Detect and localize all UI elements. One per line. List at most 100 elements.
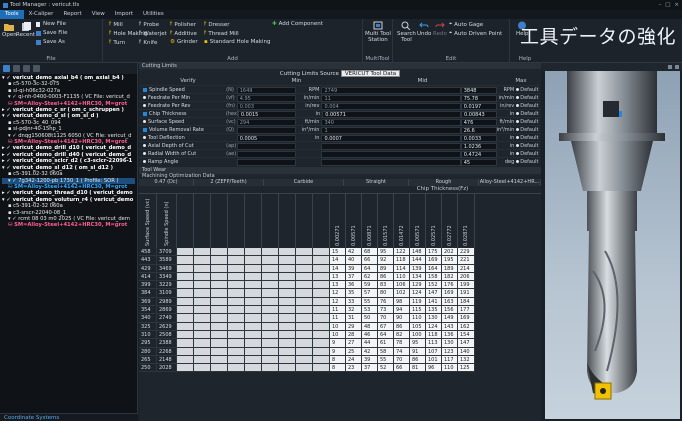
cutting-limit-label[interactable]: Spindle Speed — [139, 86, 226, 93]
optimization-param[interactable]: 2 (ZEFP/Teeth) — [194, 179, 264, 186]
view-option-icon[interactable] — [668, 65, 672, 69]
close-button[interactable]: × — [674, 2, 679, 8]
wear-table-row[interactable]: 369 2989 12 33 55 76 98 119 141 163 184 — [139, 297, 541, 307]
default-option[interactable]: Default — [516, 158, 541, 165]
view-close-icon[interactable] — [675, 65, 679, 69]
expand-all-icon[interactable] — [3, 65, 10, 72]
min-value-field[interactable] — [236, 142, 296, 150]
wear-table-row[interactable]: 384 3109 12 35 57 80 102 124 147 169 191 — [139, 289, 541, 298]
default-option[interactable]: Default — [516, 134, 541, 141]
default-option[interactable]: Default — [516, 118, 541, 125]
min-value-field[interactable]: 4.95 — [236, 94, 296, 102]
cutting-limit-label[interactable]: Axial Depth of Cut — [139, 142, 226, 149]
mid-value-field[interactable] — [321, 142, 461, 150]
minimize-button[interactable]: – — [658, 2, 661, 8]
mid-value-field[interactable]: 1 — [321, 126, 461, 134]
auto-driven-point-button[interactable]: ⌖ Auto Driven Point — [449, 30, 502, 37]
add-standard-hole-making-button[interactable]: ▪ Standard Hole Making — [204, 39, 270, 45]
max-value-field[interactable]: 0.4724 — [460, 150, 497, 158]
bullet-icon[interactable] — [143, 152, 146, 155]
menu-import[interactable]: Import — [110, 10, 138, 19]
tool-3d-viewport[interactable] — [545, 71, 680, 419]
optimization-param[interactable]: Rough — [409, 179, 479, 186]
bullet-icon[interactable] — [143, 136, 146, 139]
tree-item-expander-icon[interactable]: ▾ ✓ — [2, 197, 13, 203]
mid-value-field[interactable]: 0.0007 — [321, 134, 461, 142]
add-mill-button[interactable]: ⫯ Mill — [109, 21, 123, 28]
tree-item-expander-icon[interactable]: ▸ ✓ — [2, 107, 13, 113]
radio-icon[interactable] — [516, 96, 520, 99]
min-value-field[interactable]: 1649 — [236, 86, 296, 94]
cutting-limit-label[interactable]: Tool Deflection — [139, 134, 226, 141]
tree-item-expander-icon[interactable]: ▾ ✓ — [2, 165, 13, 171]
wear-table-row[interactable]: 250 2028 8 23 37 52 66 81 96 110 125 — [139, 364, 541, 373]
radio-icon[interactable] — [516, 160, 520, 163]
bullet-icon[interactable] — [143, 144, 146, 147]
bullet-icon[interactable] — [143, 160, 146, 163]
cutting-limit-label[interactable]: Chip Thickness — [139, 110, 226, 117]
radio-icon[interactable] — [516, 104, 520, 107]
min-value-field[interactable]: 0.0005 — [236, 134, 296, 142]
min-value-field[interactable]: 294 — [236, 118, 296, 126]
wear-table-row[interactable]: 325 2629 10 29 48 67 86 105 124 143 162 — [139, 322, 541, 331]
optimization-param[interactable]: 0.47 (Dc) — [139, 179, 194, 186]
save-as-button[interactable]: Save As — [36, 39, 65, 45]
max-value-field[interactable]: 45 — [460, 158, 497, 166]
tree-item-expander-icon[interactable]: ▾ ✓ — [8, 133, 18, 139]
min-value-field[interactable] — [236, 158, 296, 166]
default-option[interactable]: Default — [516, 102, 541, 109]
min-value-field[interactable]: 0.003 — [236, 102, 296, 110]
maximize-button[interactable]: □ — [665, 2, 670, 8]
back-icon[interactable] — [23, 65, 30, 72]
wear-table-row[interactable]: 310 2508 10 28 46 64 82 100 118 136 154 — [139, 330, 541, 340]
wear-table-row[interactable]: 458 3709 15 42 68 95 122 148 175 202 229 — [139, 248, 541, 257]
multi-tool-station-button[interactable]: Multi Tool Station — [365, 21, 391, 43]
add-grinder-button[interactable]: ⚙ Grinder — [170, 39, 198, 45]
coordinate-systems-tab[interactable]: Coordinate Systems — [0, 413, 138, 421]
recent-button[interactable]: Recent — [16, 22, 35, 38]
cutting-limits-source-select[interactable]: VERICUT Tool Data — [340, 70, 401, 77]
mid-value-field[interactable]: 11 — [321, 94, 461, 102]
max-value-field[interactable]: 26.6 — [460, 126, 497, 134]
mid-value-field[interactable] — [321, 158, 461, 166]
cutting-limit-label[interactable]: Surface Speed — [139, 118, 226, 125]
wear-table-row[interactable]: 429 3469 14 39 64 89 114 139 164 189 214 — [139, 264, 541, 273]
wear-table-row[interactable]: 354 2869 11 32 53 73 94 115 135 156 177 — [139, 306, 541, 315]
add-thread-mill-button[interactable]: ⫯ Thread Mill — [204, 30, 239, 37]
cutting-limit-label[interactable]: Ramp Angle — [139, 158, 226, 165]
bullet-icon[interactable] — [143, 120, 146, 123]
default-option[interactable]: Default — [516, 142, 541, 149]
add-waterjet-button[interactable]: ⫯ Waterjet — [139, 30, 167, 37]
add-additive-button[interactable]: ⫯ Additive — [170, 30, 197, 37]
mid-value-field[interactable]: 0.004 — [321, 102, 461, 110]
add-knife-button[interactable]: ⫯ Knife — [139, 39, 157, 46]
optimization-param[interactable]: Straight — [344, 179, 409, 186]
bullet-icon[interactable] — [143, 96, 146, 99]
collapse-all-icon[interactable] — [13, 65, 20, 72]
radio-icon[interactable] — [516, 152, 520, 155]
tree-item-expander-icon[interactable]: ▾ ✓ — [8, 94, 18, 100]
cutting-limit-label[interactable]: Radial Width of Cut — [139, 150, 226, 157]
wear-table-row[interactable]: 295 2388 9 27 44 61 78 95 113 130 147 — [139, 339, 541, 348]
min-value-field[interactable] — [236, 126, 296, 134]
undo-button[interactable]: Undo — [417, 21, 431, 37]
menu-report[interactable]: Report — [58, 10, 86, 19]
default-option[interactable]: Default — [516, 126, 541, 133]
min-value-field[interactable] — [236, 150, 296, 158]
checkbox-icon[interactable] — [143, 111, 147, 116]
optimization-param[interactable]: Alloy-Steel+4142+HR... — [479, 179, 541, 186]
radio-icon[interactable] — [516, 120, 520, 123]
checkbox-icon[interactable] — [143, 87, 147, 92]
open-button[interactable]: Open — [2, 22, 17, 38]
tree-item-expander-icon[interactable]: ▸ ✓ — [2, 158, 13, 164]
tree-item-expander-icon[interactable]: ▾ ✓ — [2, 113, 13, 119]
radio-icon[interactable] — [516, 136, 520, 139]
optimization-param[interactable]: Carbide — [264, 179, 344, 186]
radio-icon[interactable] — [516, 144, 520, 147]
auto-gage-button[interactable]: ⌖ Auto Gage — [449, 21, 483, 28]
max-value-field[interactable]: 0.00843 — [461, 110, 497, 118]
wear-table-row[interactable]: 265 2148 8 24 39 55 70 86 101 117 132 — [139, 355, 541, 365]
menu-x-caliper[interactable]: X-Caliper — [24, 10, 59, 19]
forward-icon[interactable] — [33, 65, 40, 72]
tree-item-expander-icon[interactable]: ▾ ✓ — [2, 75, 13, 81]
